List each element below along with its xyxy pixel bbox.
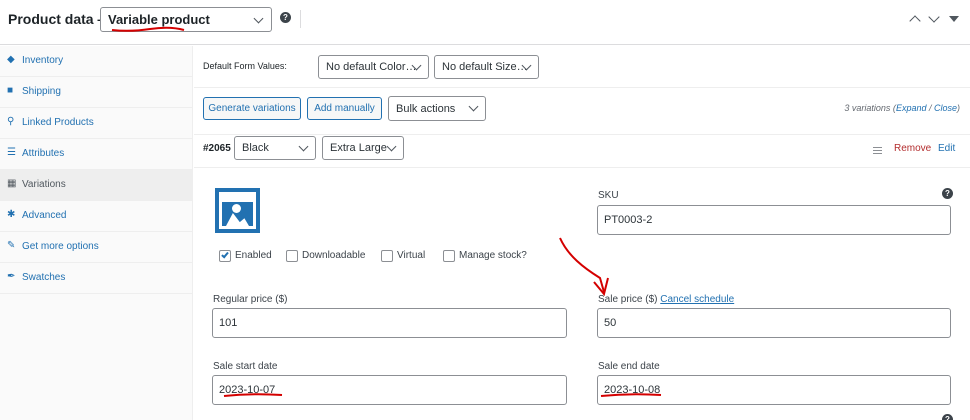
add-manually-button[interactable]: Add manually	[307, 97, 382, 120]
truck-icon: ■	[7, 85, 14, 96]
image-icon	[219, 192, 256, 229]
variation-count: 3 variations (Expand / Close)	[844, 103, 960, 113]
wrench-icon: ✒	[7, 271, 16, 282]
default-size-value: No default Size…	[442, 61, 528, 73]
sidebar-item-variations[interactable]: ▦ Variations	[0, 170, 192, 201]
sidebar-item-swatches[interactable]: ✒ Swatches	[0, 263, 192, 294]
sale-price-label-group: Sale price ($) Cancel schedule	[598, 294, 734, 305]
virtual-label: Virtual	[397, 250, 426, 261]
variation-image-placeholder[interactable]	[215, 188, 260, 233]
variation-size-value: Extra Large	[330, 142, 387, 154]
sale-start-label: Sale start date	[213, 361, 278, 372]
variation-id: #2065	[203, 143, 231, 154]
chevron-down-icon	[468, 101, 479, 112]
inventory-icon: ◆	[7, 54, 15, 65]
sidebar-item-linked-products[interactable]: ⚲ Linked Products	[0, 108, 192, 139]
drag-handle-icon[interactable]	[873, 147, 882, 156]
move-down-icon[interactable]	[928, 11, 940, 23]
plugin-icon: ✎	[7, 240, 16, 251]
checkbox-icon	[286, 250, 298, 262]
bulk-actions-select[interactable]: Bulk actions	[388, 96, 486, 121]
chevron-down-icon	[253, 13, 264, 24]
default-size-select[interactable]: No default Size…	[434, 55, 539, 79]
red-underline-annotation	[600, 393, 662, 397]
help-icon[interactable]: ?	[942, 414, 953, 420]
link-icon: ⚲	[7, 116, 15, 127]
sidebar-item-label: Attributes	[22, 148, 65, 159]
red-arrow-annotation	[559, 237, 609, 297]
help-icon[interactable]: ?	[942, 188, 953, 199]
sale-price-value: 50	[604, 317, 617, 329]
default-color-select[interactable]: No default Color…	[318, 55, 429, 79]
regular-price-field[interactable]: 101	[212, 308, 567, 338]
expand-link[interactable]: Expand	[896, 103, 927, 113]
chevron-down-icon	[298, 141, 309, 152]
variation-actions-row: Generate variations Add manually Bulk ac…	[194, 89, 970, 135]
sidebar-item-label: Linked Products	[22, 117, 94, 128]
gear-icon: ✱	[7, 209, 16, 220]
sku-label: SKU	[598, 190, 619, 201]
product-data-title: Product data —	[8, 11, 112, 27]
variations-panel: Default Form Values: No default Color… N…	[194, 46, 970, 420]
product-type-value: Variable product	[108, 12, 210, 27]
checkbox-icon	[443, 250, 455, 262]
generate-variations-button[interactable]: Generate variations	[203, 97, 301, 120]
sidebar-item-label: Swatches	[22, 272, 66, 283]
product-data-tabs: ◆ Inventory ■ Shipping ⚲ Linked Products…	[0, 46, 193, 420]
regular-price-value: 101	[219, 317, 238, 329]
edit-variation-link[interactable]: Edit	[938, 143, 955, 154]
sidebar-item-label: Advanced	[22, 210, 67, 221]
paren-text: )	[957, 103, 960, 113]
sku-value: PT0003-2	[604, 214, 653, 226]
sale-end-date-field[interactable]: 2023-10-08	[597, 375, 951, 405]
grid-icon: ▦	[7, 178, 17, 189]
bulk-actions-value: Bulk actions	[396, 103, 456, 115]
sidebar-item-shipping[interactable]: ■ Shipping	[0, 77, 192, 108]
checkbox-checked-icon	[219, 250, 231, 262]
sidebar-item-attributes[interactable]: ☰ Attributes	[0, 139, 192, 170]
sidebar-item-label: Shipping	[22, 86, 61, 97]
header-divider	[300, 10, 301, 28]
red-underline-annotation	[223, 393, 283, 397]
sidebar-item-inventory[interactable]: ◆ Inventory	[0, 46, 192, 77]
sidebar-item-label: Get more options	[22, 241, 99, 252]
sidebar-item-advanced[interactable]: ✱ Advanced	[0, 201, 192, 232]
separator-text: /	[926, 103, 934, 113]
sale-start-date-field[interactable]: 2023-10-07	[212, 375, 567, 405]
toggle-panel-icon[interactable]	[949, 16, 959, 22]
variation-color-value: Black	[242, 142, 269, 154]
close-link[interactable]: Close	[934, 103, 957, 113]
list-icon: ☰	[7, 147, 16, 158]
sale-price-field[interactable]: 50	[597, 308, 951, 338]
help-icon[interactable]: ?	[280, 12, 291, 23]
product-data-header: Product data — Variable product ?	[0, 0, 970, 45]
sidebar-item-label: Variations	[22, 179, 66, 190]
variation-color-select[interactable]: Black	[234, 136, 316, 160]
default-form-values-label: Default Form Values:	[203, 61, 287, 71]
downloadable-label: Downloadable	[302, 250, 366, 261]
checkbox-icon	[381, 250, 393, 262]
variation-header-row: #2065 Black Extra Large Remove Edit	[194, 136, 970, 168]
default-color-value: No default Color…	[326, 61, 417, 73]
variation-count-text: 3 variations (	[844, 103, 896, 113]
chevron-down-icon	[386, 141, 397, 152]
default-form-values-row: Default Form Values: No default Color… N…	[194, 46, 970, 88]
regular-price-label: Regular price ($)	[213, 294, 288, 305]
sidebar-item-label: Inventory	[22, 55, 64, 66]
manage-stock-label: Manage stock?	[459, 250, 527, 261]
variation-size-select[interactable]: Extra Large	[322, 136, 404, 160]
cancel-schedule-link[interactable]: Cancel schedule	[660, 294, 734, 305]
enabled-label: Enabled	[235, 250, 272, 261]
move-up-icon[interactable]	[909, 15, 921, 27]
sidebar-item-get-more-options[interactable]: ✎ Get more options	[0, 232, 192, 263]
sku-field[interactable]: PT0003-2	[597, 205, 951, 235]
sale-end-label: Sale end date	[598, 361, 660, 372]
red-underline-annotation	[111, 26, 185, 32]
remove-variation-link[interactable]: Remove	[894, 143, 931, 154]
